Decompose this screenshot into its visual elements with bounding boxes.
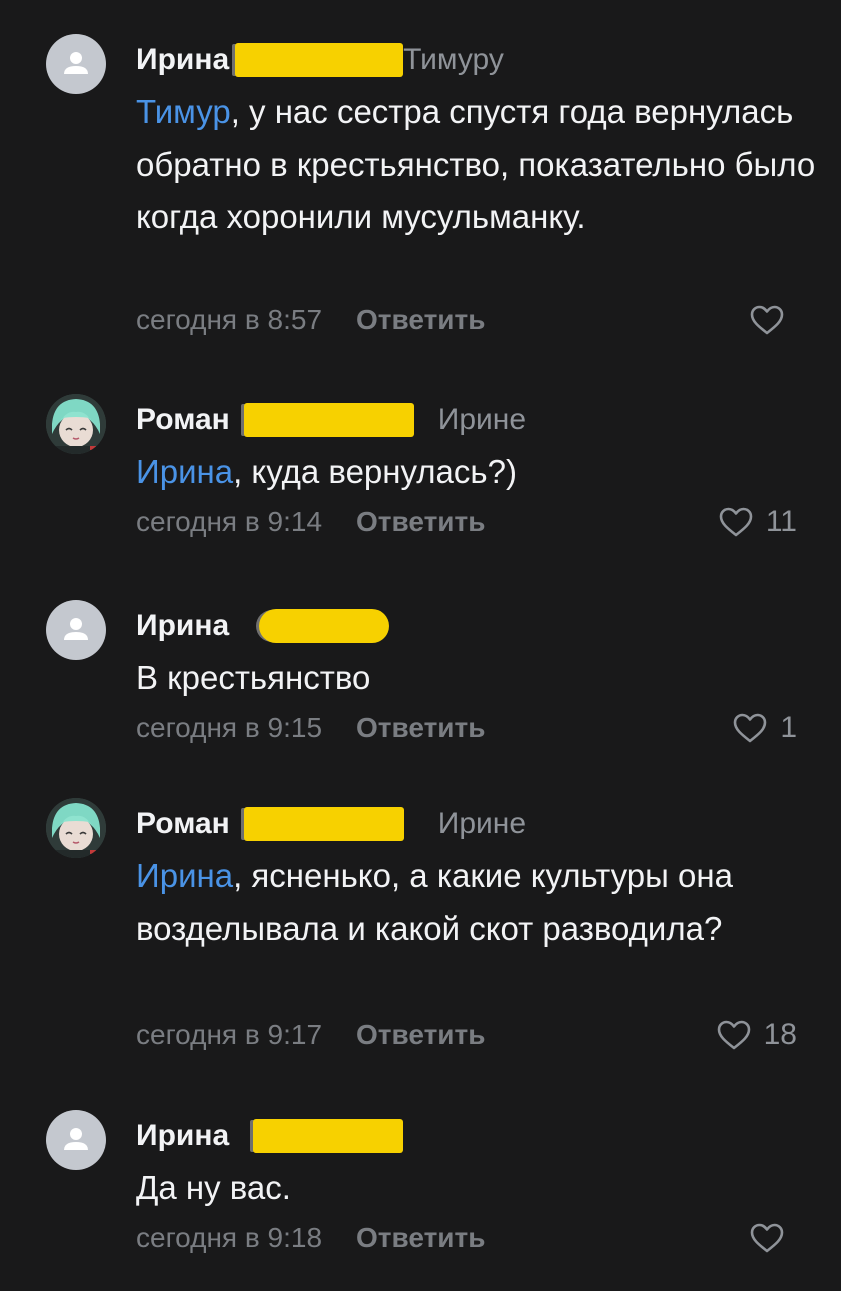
- like-count: 18: [763, 1018, 797, 1051]
- comment-meta: сегодня в 8:57 Ответить: [136, 300, 485, 340]
- like-button[interactable]: 18: [716, 1015, 797, 1055]
- reply-to-label[interactable]: Ирине: [438, 403, 526, 437]
- comment-body: , у нас сестра спустя года вернулась обр…: [136, 93, 816, 235]
- like-button[interactable]: 11: [718, 502, 797, 542]
- comment-meta: сегодня в 9:17 Ответить: [136, 1015, 485, 1055]
- comment-meta: сегодня в 9:15 Ответить: [136, 708, 485, 748]
- heart-icon: [717, 1020, 750, 1050]
- redaction-mark: [243, 807, 404, 841]
- author-name[interactable]: Ирина: [136, 43, 229, 77]
- like-button[interactable]: [749, 300, 797, 340]
- default-user-icon: [64, 1128, 88, 1150]
- default-user-icon: [64, 618, 88, 640]
- comment-text: В крестьянство: [136, 652, 816, 705]
- reply-button[interactable]: Ответить: [356, 506, 485, 538]
- comment-text: Да ну вас.: [136, 1162, 816, 1215]
- heart-icon: [750, 305, 784, 335]
- author-name[interactable]: Ирина: [136, 609, 229, 643]
- author-line: Ирина: [136, 1116, 404, 1156]
- timestamp: сегодня в 9:17: [136, 1019, 323, 1050]
- author-line: Роман Ирине: [136, 804, 526, 844]
- author-line: Роман Ирине: [136, 400, 526, 440]
- avatar[interactable]: [46, 600, 106, 660]
- comment-meta: сегодня в 9:18 Ответить: [136, 1218, 485, 1258]
- anime-avatar: [46, 394, 106, 454]
- redaction-mark: [243, 403, 414, 437]
- reply-to-label[interactable]: Ирине: [438, 807, 526, 841]
- reply-button[interactable]: Ответить: [356, 1222, 485, 1254]
- reply-button[interactable]: Ответить: [356, 304, 485, 336]
- author-line: Ирина: [136, 606, 390, 646]
- avatar[interactable]: [46, 1110, 106, 1170]
- like-count: 1: [780, 711, 797, 744]
- reply-button[interactable]: Ответить: [356, 1019, 485, 1051]
- comment-body: Да ну вас.: [136, 1169, 291, 1206]
- like-count: 11: [765, 505, 797, 538]
- comment-text: Ирина, куда вернулась?): [136, 446, 816, 499]
- anime-avatar: [46, 798, 106, 858]
- redaction-mark: [253, 1119, 404, 1153]
- avatar[interactable]: [46, 798, 106, 858]
- mention-link[interactable]: Ирина: [136, 857, 233, 894]
- like-button[interactable]: 1: [732, 708, 797, 748]
- mention-link[interactable]: Ирина: [136, 453, 233, 490]
- comment-text: Тимур, у нас сестра спустя года вернулас…: [136, 86, 816, 244]
- avatar[interactable]: [46, 34, 106, 94]
- timestamp: сегодня в 8:57: [136, 304, 323, 335]
- default-user-icon: [64, 52, 88, 74]
- comment-meta: сегодня в 9:14 Ответить: [136, 502, 485, 542]
- comment-body: В крестьянство: [136, 659, 371, 696]
- timestamp: сегодня в 9:14: [136, 506, 323, 537]
- redaction-mark: [259, 609, 390, 643]
- heart-icon: [734, 713, 767, 743]
- reply-to-label[interactable]: Тимуру: [403, 43, 504, 77]
- author-name[interactable]: Роман: [136, 807, 230, 841]
- timestamp: сегодня в 9:18: [136, 1222, 323, 1253]
- author-line: Ирина Тимуру: [136, 40, 504, 80]
- comment-body: , куда вернулась?): [233, 453, 517, 490]
- avatar[interactable]: [46, 394, 106, 454]
- author-name[interactable]: Роман: [136, 403, 230, 437]
- like-button[interactable]: [749, 1218, 797, 1258]
- mention-link[interactable]: Тимур: [136, 93, 231, 130]
- redaction-mark: [235, 43, 404, 77]
- timestamp: сегодня в 9:15: [136, 712, 323, 743]
- heart-icon: [750, 1223, 784, 1253]
- heart-icon: [719, 507, 753, 537]
- author-name[interactable]: Ирина: [136, 1119, 229, 1153]
- reply-button[interactable]: Ответить: [356, 712, 485, 744]
- comment-text: Ирина, ясненько, а какие культуры она во…: [136, 850, 816, 955]
